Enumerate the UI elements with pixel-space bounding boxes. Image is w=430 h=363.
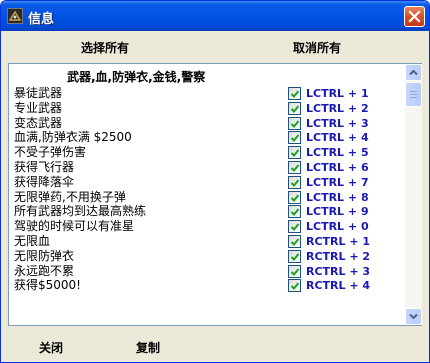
checkmark-icon bbox=[290, 193, 300, 202]
checkmark-icon bbox=[290, 149, 300, 158]
list-item[interactable]: 获得飞行器 LCTRL + 6 bbox=[9, 160, 405, 175]
cheat-checkbox[interactable] bbox=[288, 264, 301, 278]
arrow-up-icon bbox=[409, 69, 418, 76]
list-item[interactable]: 暴徒武器 LCTRL + 1 bbox=[9, 86, 405, 101]
select-all-button[interactable]: 选择所有 bbox=[81, 39, 129, 55]
list-item[interactable]: 驾驶的时候可以有准星 LCTRL + 0 bbox=[9, 219, 405, 234]
cheat-label: 无限弹药,不用换子弹 bbox=[14, 189, 126, 204]
hotkey-label: LCTRL + 4 bbox=[306, 131, 369, 145]
list-item[interactable]: 无限防弹衣 RCTRL + 2 bbox=[9, 249, 405, 264]
thumb-grip bbox=[410, 94, 417, 95]
cheat-label: 不受子弹伤害 bbox=[14, 145, 87, 160]
window-title: 信息 bbox=[28, 12, 55, 27]
hotkey-label: LCTRL + 8 bbox=[306, 190, 369, 204]
list-item[interactable]: 不受子弹伤害 LCTRL + 5 bbox=[9, 145, 405, 160]
checkmark-icon bbox=[290, 179, 300, 187]
cheat-label: 获得$5000! bbox=[14, 278, 81, 293]
checkmark-icon bbox=[290, 90, 300, 98]
cheat-list-content: 武器,血,防弹衣,金钱,警察 暴徒武器 LCTRL + 1 专业武器 LCTRL + … bbox=[9, 64, 405, 325]
title-bar[interactable]: 信息 bbox=[1, 1, 429, 31]
section-title: 武器,血,防弹衣,金钱,警察 bbox=[67, 70, 206, 84]
cheat-checkbox[interactable] bbox=[288, 235, 301, 248]
hotkey-label: RCTRL + 1 bbox=[306, 235, 371, 248]
hotkey-label: LCTRL + 5 bbox=[306, 146, 369, 160]
cheat-label: 暴徒武器 bbox=[14, 86, 63, 100]
cheat-checkbox[interactable] bbox=[288, 161, 301, 174]
list-item[interactable]: 变态武器 LCTRL + 3 bbox=[9, 116, 405, 131]
close-button[interactable]: 关闭 bbox=[39, 339, 63, 356]
hotkey-label: LCTRL + 2 bbox=[306, 101, 369, 115]
cheat-label: 血满,防弹衣满 $2500 bbox=[14, 130, 132, 145]
hotkey-label: RCTRL + 3 bbox=[306, 264, 371, 278]
cheat-label: 所有武器均到达最高熟练 bbox=[14, 204, 147, 219]
arrow-down-icon bbox=[409, 313, 418, 320]
hotkey-label: LCTRL + 3 bbox=[306, 116, 369, 130]
cheat-checkbox[interactable] bbox=[288, 205, 301, 219]
hotkey-label: LCTRL + 9 bbox=[306, 205, 369, 219]
close-icon bbox=[408, 10, 421, 23]
cancel-all-button[interactable]: 取消所有 bbox=[293, 39, 341, 55]
cheat-label: 永远跑不累 bbox=[14, 263, 75, 278]
checkmark-icon bbox=[290, 238, 300, 246]
cheat-label: 驾驶的时候可以有准星 bbox=[14, 219, 135, 234]
hotkey-label: LCTRL + 6 bbox=[306, 161, 369, 174]
checkmark-icon bbox=[290, 267, 300, 276]
hotkey-label: LCTRL + 0 bbox=[306, 220, 369, 234]
cheat-checkbox[interactable] bbox=[288, 131, 301, 145]
checkmark-icon bbox=[290, 208, 300, 217]
scroll-up-button[interactable] bbox=[405, 64, 422, 81]
list-item[interactable]: 获得降落伞 LCTRL + 7 bbox=[9, 175, 405, 190]
hotkey-label: RCTRL + 2 bbox=[306, 249, 371, 263]
cheat-checkbox[interactable] bbox=[288, 146, 301, 160]
list-item[interactable]: 无限弹药,不用换子弹 LCTRL + 8 bbox=[9, 190, 405, 205]
list-item[interactable]: 永远跑不累 RCTRL + 3 bbox=[9, 264, 405, 279]
thumb-grip bbox=[410, 91, 417, 92]
copy-button[interactable]: 复制 bbox=[136, 339, 160, 356]
cheat-label: 获得飞行器 bbox=[14, 160, 75, 174]
hotkey-label: RCTRL + 4 bbox=[306, 279, 371, 293]
cheat-label: 无限血 bbox=[14, 234, 51, 248]
scroll-thumb[interactable] bbox=[405, 82, 422, 107]
cheat-checkbox[interactable] bbox=[288, 87, 301, 100]
close-window-button[interactable] bbox=[404, 6, 425, 27]
cheat-checkbox[interactable] bbox=[288, 279, 301, 293]
scroll-down-button[interactable] bbox=[405, 308, 422, 325]
cheat-checkbox[interactable] bbox=[288, 116, 301, 130]
hotkey-label: LCTRL + 7 bbox=[306, 175, 369, 189]
hotkey-label: LCTRL + 1 bbox=[306, 87, 369, 100]
list-item[interactable]: 所有武器均到达最高熟练 LCTRL + 9 bbox=[9, 204, 405, 219]
checkmark-icon bbox=[290, 282, 300, 291]
cheat-label: 专业武器 bbox=[14, 100, 63, 115]
cheat-checkbox[interactable] bbox=[288, 101, 301, 115]
checkmark-icon bbox=[290, 119, 300, 128]
cheat-list[interactable]: 武器,血,防弹衣,金钱,警察 暴徒武器 LCTRL + 1 专业武器 LCTRL + … bbox=[8, 63, 422, 326]
cheat-label: 无限防弹衣 bbox=[14, 248, 75, 263]
cheat-label: 变态武器 bbox=[14, 115, 63, 130]
cheat-label: 获得降落伞 bbox=[14, 174, 75, 189]
list-item[interactable]: 血满,防弹衣满 $2500 LCTRL + 4 bbox=[9, 130, 405, 145]
checkmark-icon bbox=[290, 134, 300, 143]
cheat-checkbox[interactable] bbox=[288, 220, 301, 234]
cheat-checkbox[interactable] bbox=[288, 249, 301, 263]
cheat-checkbox[interactable] bbox=[288, 175, 301, 189]
info-window: 信息 选择所有 取消所有 武器,血,防弹衣,金钱,警察 暴徒武器 LCTRL + … bbox=[0, 0, 430, 363]
list-item[interactable]: 获得$5000! RCTRL + 4 bbox=[9, 278, 405, 293]
app-icon bbox=[7, 8, 23, 24]
checkmark-icon bbox=[290, 105, 300, 113]
list-item[interactable]: 专业武器 LCTRL + 2 bbox=[9, 101, 405, 116]
checkmark-icon bbox=[290, 223, 300, 232]
list-item[interactable]: 无限血 RCTRL + 1 bbox=[9, 234, 405, 249]
checkmark-icon bbox=[290, 164, 300, 172]
cheat-checkbox[interactable] bbox=[288, 190, 301, 204]
thumb-grip bbox=[410, 97, 417, 98]
checkmark-icon bbox=[290, 253, 300, 261]
vertical-scrollbar[interactable] bbox=[405, 64, 422, 325]
